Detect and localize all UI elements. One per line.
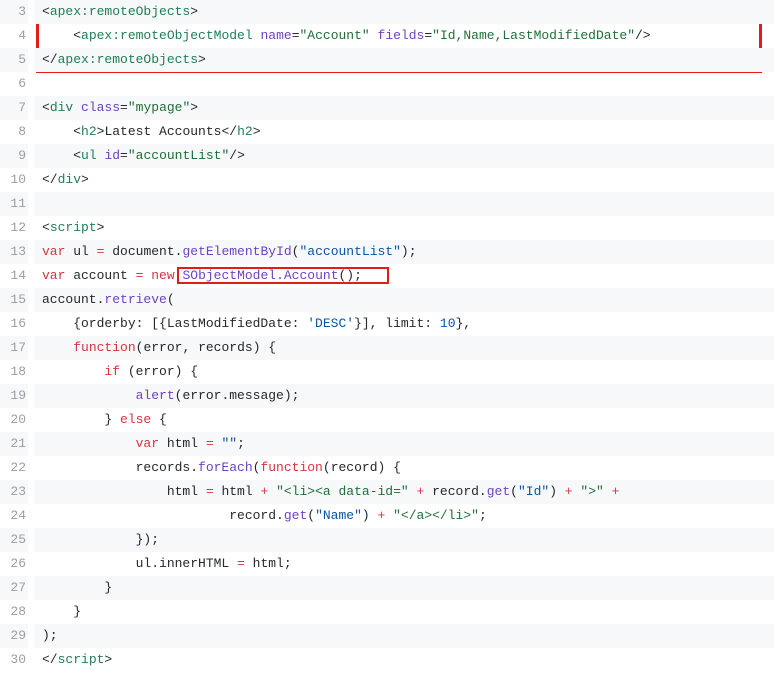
code-line: <apex:remoteObjectModel name="Account" f… (34, 24, 774, 48)
line-number: 17 (0, 336, 28, 360)
line-number: 6 (0, 72, 28, 96)
code-line: ul.innerHTML = html; (34, 552, 774, 576)
code-line: </div> (34, 168, 774, 192)
code-line (34, 192, 774, 216)
code-line: <apex:remoteObjects> (34, 0, 774, 24)
line-number: 3 (0, 0, 28, 24)
code-line: var ul = document.getElementById("accoun… (34, 240, 774, 264)
line-number: 15 (0, 288, 28, 312)
line-number: 8 (0, 120, 28, 144)
code-line: function(error, records) { (34, 336, 774, 360)
line-number: 29 (0, 624, 28, 648)
code-line: } (34, 600, 774, 624)
line-number: 26 (0, 552, 28, 576)
code-line: account.retrieve( (34, 288, 774, 312)
code-line: ); (34, 624, 774, 648)
code-line: var html = ""; (34, 432, 774, 456)
line-number-gutter: 3 4 5 6 7 8 9 10 11 12 13 14 15 16 17 18… (0, 0, 34, 672)
code-content[interactable]: <apex:remoteObjects> <apex:remoteObjectM… (34, 0, 774, 672)
code-line: if (error) { (34, 360, 774, 384)
code-line: <ul id="accountList"/> (34, 144, 774, 168)
code-line: } (34, 576, 774, 600)
line-number: 27 (0, 576, 28, 600)
code-line: alert(error.message); (34, 384, 774, 408)
line-number: 22 (0, 456, 28, 480)
line-number: 20 (0, 408, 28, 432)
line-number: 18 (0, 360, 28, 384)
line-number: 11 (0, 192, 28, 216)
code-editor: 3 4 5 6 7 8 9 10 11 12 13 14 15 16 17 18… (0, 0, 774, 672)
line-number: 16 (0, 312, 28, 336)
line-number: 12 (0, 216, 28, 240)
line-number: 25 (0, 528, 28, 552)
code-line: records.forEach(function(record) { (34, 456, 774, 480)
code-line: record.get("Name") + "</a></li>"; (34, 504, 774, 528)
code-line: var account = new SObjectModel.Account()… (34, 264, 774, 288)
line-number: 24 (0, 504, 28, 528)
code-line: {orderby: [{LastModifiedDate: 'DESC'}], … (34, 312, 774, 336)
code-line (34, 72, 774, 96)
line-number: 9 (0, 144, 28, 168)
line-number: 19 (0, 384, 28, 408)
code-line: html = html + "<li><a data-id=" + record… (34, 480, 774, 504)
code-line: } else { (34, 408, 774, 432)
line-number: 7 (0, 96, 28, 120)
line-number: 13 (0, 240, 28, 264)
line-number: 4 (0, 24, 28, 48)
code-line: </apex:remoteObjects> (34, 48, 774, 72)
line-number: 23 (0, 480, 28, 504)
code-line: <div class="mypage"> (34, 96, 774, 120)
line-number: 21 (0, 432, 28, 456)
code-line: }); (34, 528, 774, 552)
code-line: </script> (34, 648, 774, 672)
code-line: <script> (34, 216, 774, 240)
line-number: 14 (0, 264, 28, 288)
code-line: <h2>Latest Accounts</h2> (34, 120, 774, 144)
line-number: 5 (0, 48, 28, 72)
line-number: 10 (0, 168, 28, 192)
line-number: 28 (0, 600, 28, 624)
line-number: 30 (0, 648, 28, 672)
